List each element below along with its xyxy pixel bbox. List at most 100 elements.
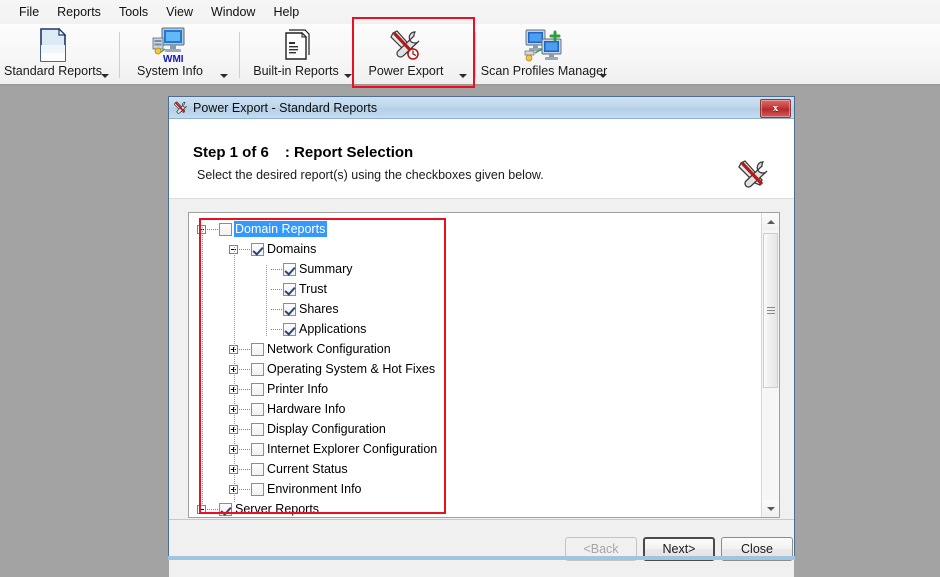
- dialog-title-bar[interactable]: Power Export - Standard Reports x: [169, 97, 794, 119]
- chevron-down-icon-power-export[interactable]: [459, 74, 467, 78]
- close-button-glyph: x: [772, 102, 779, 114]
- tree-connector-line: [271, 328, 282, 330]
- tree-checkbox[interactable]: [283, 282, 296, 296]
- tree-checkbox[interactable]: [283, 302, 296, 316]
- tree-item-label: Domains: [267, 242, 317, 256]
- menu-item-view[interactable]: View: [157, 3, 202, 21]
- chevron-down-icon-system-info[interactable]: [220, 74, 228, 78]
- scroll-up-icon[interactable]: [762, 213, 779, 230]
- dialog-footer: <Back Next> Close: [169, 519, 794, 577]
- tools-icon-title: [173, 100, 189, 116]
- tree-checkbox[interactable]: [251, 462, 264, 476]
- expand-plus-icon[interactable]: [229, 344, 238, 354]
- tree-checkbox[interactable]: [283, 322, 296, 336]
- main-toolbar: Standard Reports WMI System Info Built-i…: [0, 17, 940, 88]
- tree-item-label: Domain Reports: [234, 221, 328, 237]
- menu-item-help[interactable]: Help: [264, 3, 308, 21]
- tree-checkbox[interactable]: [219, 222, 232, 236]
- tree-item-printer-info[interactable]: Printer Info: [197, 379, 761, 399]
- toolbar-button-power-export[interactable]: Power Export: [364, 24, 448, 86]
- chevron-down-icon-scan-profiles-manager[interactable]: [599, 74, 607, 78]
- report-tree[interactable]: Domain Reports Domains Summary Trust Shares A…: [189, 213, 761, 517]
- tree-connector-line: [239, 488, 250, 490]
- toolbar-button-system-info[interactable]: WMI System Info: [128, 24, 212, 86]
- menu-item-tools[interactable]: Tools: [110, 3, 157, 21]
- collapse-minus-icon[interactable]: [197, 224, 206, 234]
- tree-connector-line: [271, 288, 282, 290]
- menu-item-window[interactable]: Window: [202, 3, 264, 21]
- tree-checkbox[interactable]: [251, 402, 264, 416]
- tools-icon-header: [736, 157, 772, 193]
- scrollbar-thumb[interactable]: [763, 233, 778, 388]
- tools-icon: [388, 26, 424, 64]
- close-icon[interactable]: x: [760, 99, 791, 118]
- expand-plus-icon[interactable]: [229, 424, 238, 434]
- menu-item-file[interactable]: File: [10, 3, 48, 21]
- tree-checkbox[interactable]: [251, 342, 264, 356]
- tree-item-display-configuration[interactable]: Display Configuration: [197, 419, 761, 439]
- toolbar-button-built-in-reports[interactable]: Built-in Reports: [248, 24, 344, 86]
- tree-item-label: Current Status: [267, 462, 348, 476]
- dialog-header: Step 1 of 6: Report Selection Select the…: [169, 119, 794, 199]
- tree-connector-line: [271, 308, 282, 310]
- tree-item-operating-system-hot-fixes[interactable]: Operating System & Hot Fixes: [197, 359, 761, 379]
- tree-item-current-status[interactable]: Current Status: [197, 459, 761, 479]
- tree-item-domains[interactable]: Domains: [197, 239, 761, 259]
- report-tree-panel: Domain Reports Domains Summary Trust Shares A…: [188, 212, 780, 518]
- tree-connector-line: [239, 448, 250, 450]
- svg-text:WMI: WMI: [163, 54, 184, 64]
- expand-plus-icon[interactable]: [229, 384, 238, 394]
- collapse-minus-icon[interactable]: [197, 504, 206, 514]
- chevron-down-icon-standard-reports[interactable]: [101, 74, 109, 78]
- tree-checkbox[interactable]: [251, 362, 264, 376]
- expand-plus-icon[interactable]: [229, 444, 238, 454]
- expand-plus-icon[interactable]: [229, 464, 238, 474]
- tree-item-summary[interactable]: Summary: [197, 259, 761, 279]
- computers-icon: [522, 26, 566, 64]
- scroll-down-icon[interactable]: [762, 500, 779, 517]
- tree-checkbox[interactable]: [283, 262, 296, 276]
- menu-bar: File Reports Tools View Window Help: [0, 0, 940, 24]
- tree-checkbox[interactable]: [251, 422, 264, 436]
- tree-item-applications[interactable]: Applications: [197, 319, 761, 339]
- tree-item-network-configuration[interactable]: Network Configuration: [197, 339, 761, 359]
- application-window: File Reports Tools View Window Help Stan…: [0, 0, 940, 577]
- tree-item-hardware-info[interactable]: Hardware Info: [197, 399, 761, 419]
- tree-item-shares[interactable]: Shares: [197, 299, 761, 319]
- tree-connector-line: [239, 348, 250, 350]
- chevron-down-icon-built-in-reports[interactable]: [344, 74, 352, 78]
- expand-plus-icon[interactable]: [229, 404, 238, 414]
- tree-item-environment-info[interactable]: Environment Info: [197, 479, 761, 499]
- tree-vertical-scrollbar[interactable]: [761, 213, 779, 517]
- menu-item-reports[interactable]: Reports: [48, 3, 110, 21]
- tree-connector-line: [239, 428, 250, 430]
- tree-checkbox[interactable]: [251, 242, 264, 256]
- expand-plus-icon[interactable]: [229, 364, 238, 374]
- expand-plus-icon[interactable]: [229, 484, 238, 494]
- tree-item-server-reports[interactable]: Server Reports: [197, 499, 761, 517]
- toolbar-label-power-export: Power Export: [368, 64, 444, 78]
- tree-item-label: Summary: [299, 262, 353, 276]
- tree-checkbox[interactable]: [251, 482, 264, 496]
- collapse-minus-icon[interactable]: [229, 244, 238, 254]
- clipboard-icon: [281, 26, 311, 64]
- tree-item-trust[interactable]: Trust: [197, 279, 761, 299]
- tree-item-label: Operating System & Hot Fixes: [267, 362, 436, 376]
- tree-item-label: Trust: [299, 282, 328, 296]
- tree-connector-line: [239, 388, 250, 390]
- tree-checkbox[interactable]: [251, 382, 264, 396]
- tree-item-internet-explorer-configuration[interactable]: Internet Explorer Configuration: [197, 439, 761, 459]
- toolbar-separator-1: [119, 32, 120, 78]
- tree-item-label: Server Reports: [235, 502, 320, 516]
- scrollbar-grip-icon: [767, 306, 775, 315]
- tree-checkbox[interactable]: [251, 442, 264, 456]
- tree-connector-line: [207, 228, 218, 230]
- tree-item-label: Hardware Info: [267, 402, 346, 416]
- tree-checkbox[interactable]: [219, 502, 232, 516]
- document-icon: [38, 26, 68, 64]
- tree-item-domain-reports[interactable]: Domain Reports: [197, 219, 761, 239]
- toolbar-button-standard-reports[interactable]: Standard Reports: [4, 24, 102, 86]
- tree-item-label: Printer Info: [267, 382, 329, 396]
- toolbar-button-scan-profiles-manager[interactable]: Scan Profiles Manager: [481, 24, 607, 86]
- tree-item-label: Shares: [299, 302, 339, 316]
